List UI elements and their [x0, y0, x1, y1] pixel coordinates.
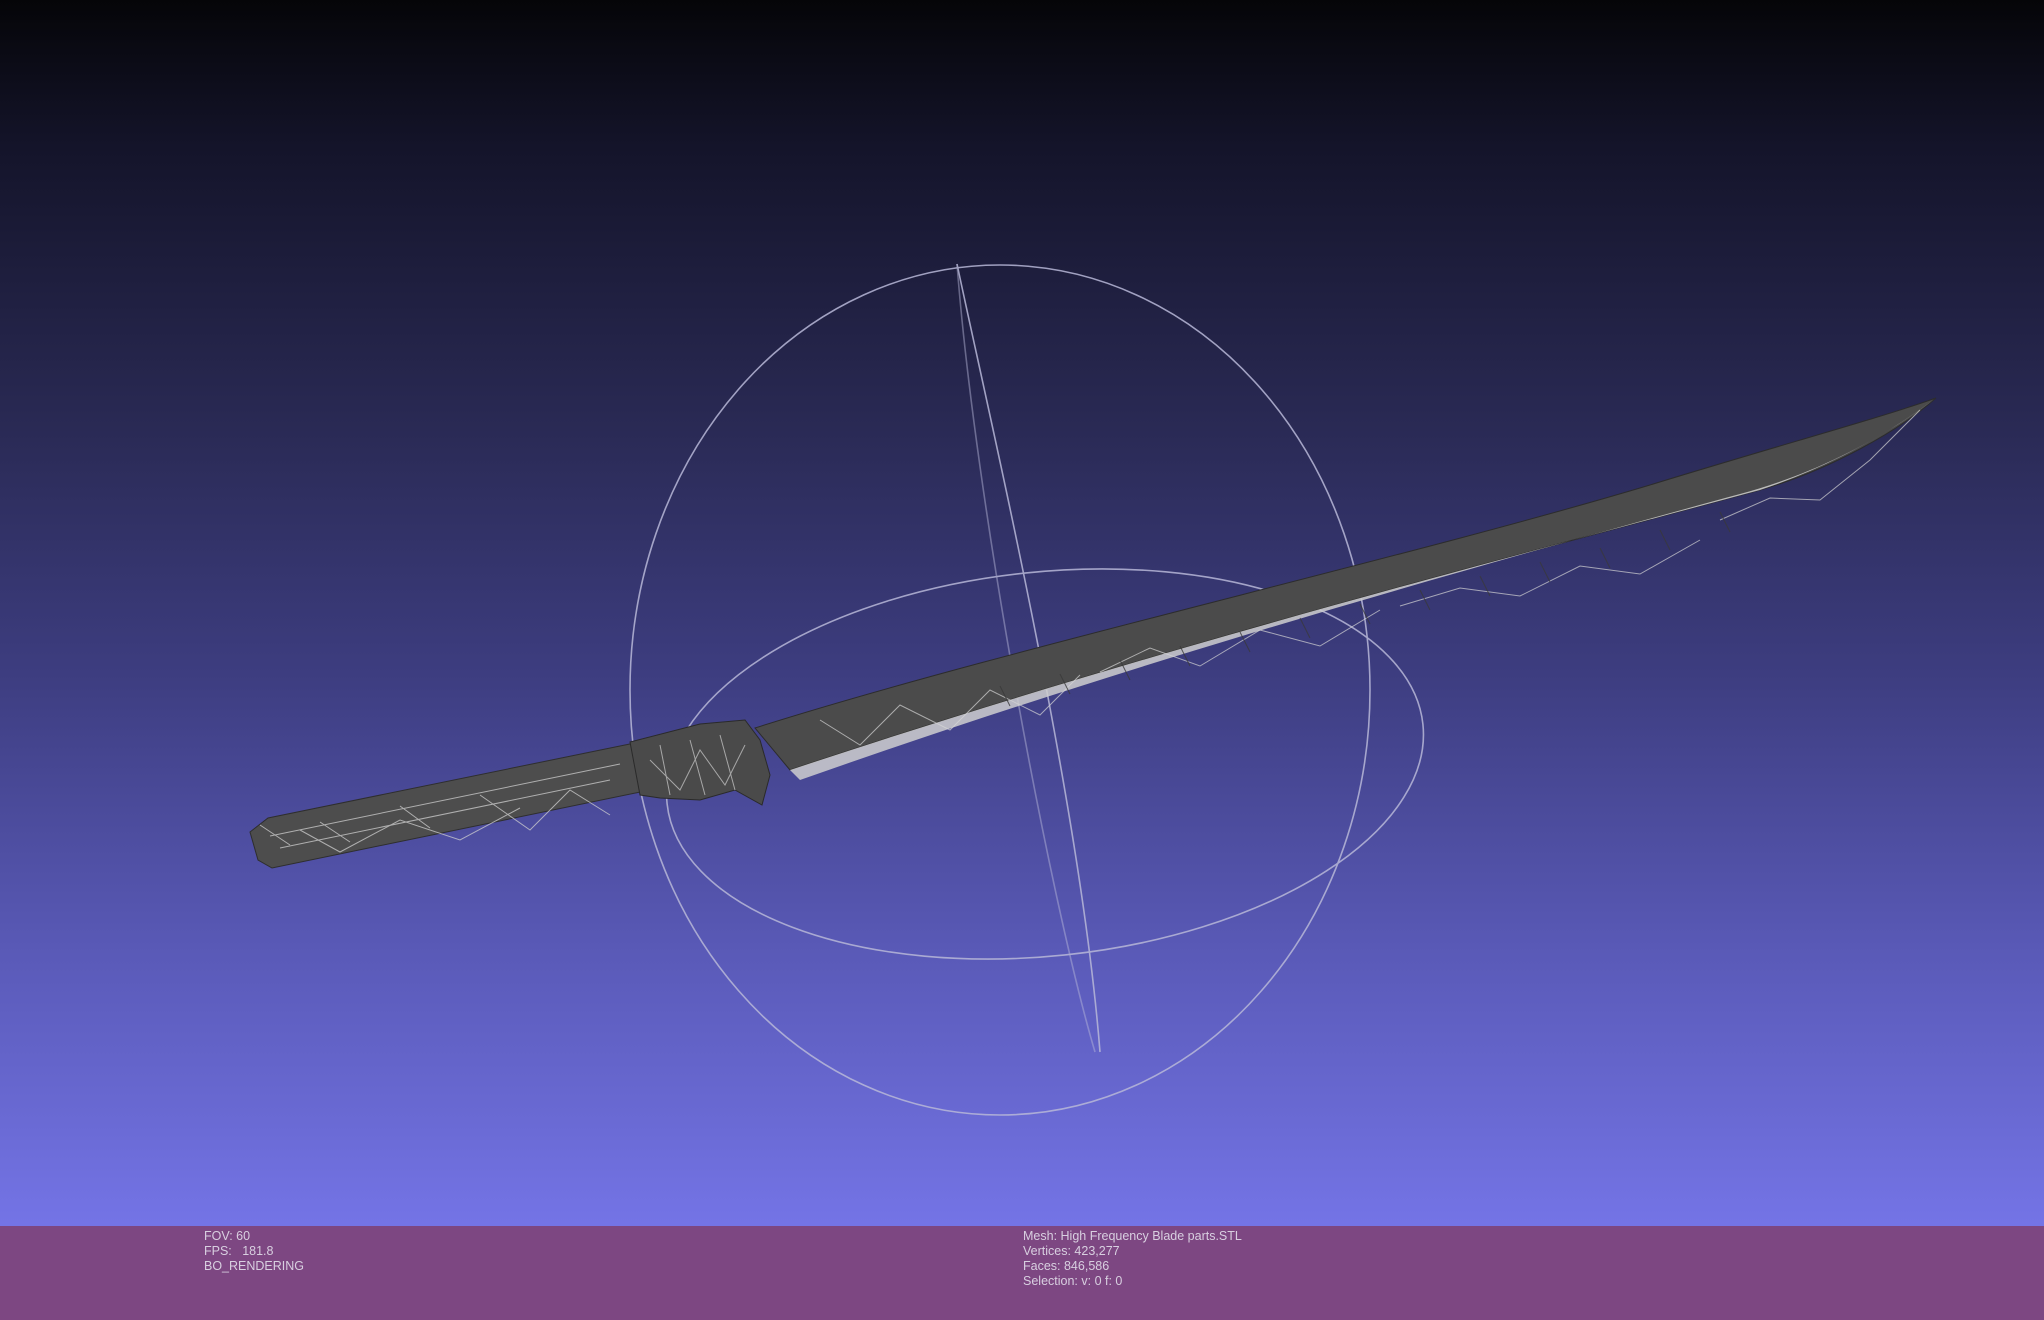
sword-blade[interactable]	[754, 397, 1937, 771]
mesh-info: Mesh: High Frequency Blade parts.STL Ver…	[1023, 1229, 1242, 1289]
render-mode-label: BO_RENDERING	[204, 1259, 305, 1273]
3d-viewport[interactable]	[0, 0, 2044, 1226]
fps-label: FPS: 181.8	[204, 1244, 274, 1258]
status-bar: FOV: 60 FPS: 181.8 BO_RENDERING Mesh: Hi…	[0, 1226, 2044, 1320]
sword-handle[interactable]	[249, 741, 651, 869]
scene-canvas[interactable]	[0, 0, 2044, 1226]
mesh-name-label: Mesh: High Frequency Blade parts.STL	[1023, 1229, 1242, 1243]
vertices-count-label: Vertices: 423,277	[1023, 1244, 1120, 1258]
selection-label: Selection: v: 0 f: 0	[1023, 1274, 1123, 1288]
sword-guard[interactable]	[629, 719, 771, 806]
mesh-model[interactable]	[249, 397, 1937, 869]
faces-count-label: Faces: 846,586	[1023, 1259, 1110, 1273]
fov-label: FOV: 60	[204, 1229, 251, 1243]
render-info: FOV: 60 FPS: 181.8 BO_RENDERING	[204, 1229, 304, 1274]
